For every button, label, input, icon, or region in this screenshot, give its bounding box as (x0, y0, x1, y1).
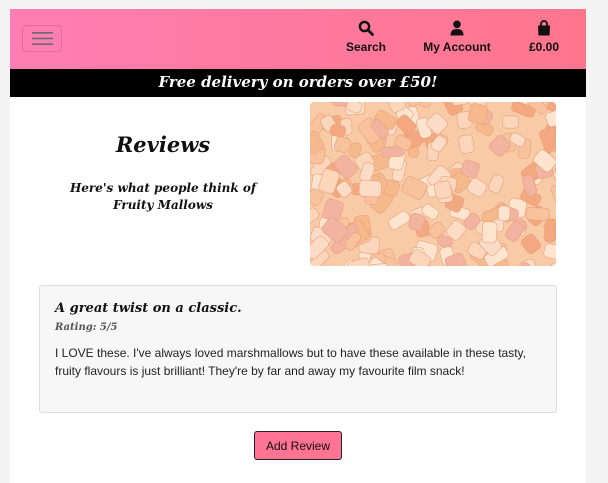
navbar: Search My Account £0.00 (10, 9, 586, 69)
marshmallows-image (310, 102, 556, 266)
nav-account-label: My Account (423, 40, 491, 54)
page-title: Reviews (115, 132, 211, 157)
user-icon (417, 20, 497, 38)
hamburger-icon (32, 32, 53, 45)
page: Search My Account £0.00 Free delivery on… (10, 9, 586, 483)
review-rating: Rating: 5/5 (55, 322, 118, 333)
search-icon (340, 20, 392, 38)
page-subtitle: Here's what people think of Fruity Mallo… (69, 181, 257, 212)
review-title: A great twist on a classic. (55, 301, 242, 316)
menu-toggle-button[interactable] (22, 25, 62, 52)
nav-bag-link[interactable]: £0.00 (522, 20, 566, 54)
delivery-banner: Free delivery on orders over £50! (10, 69, 586, 97)
nav-search-link[interactable]: Search (340, 20, 392, 54)
nav-search-label: Search (345, 40, 387, 54)
nav-bag-total: £0.00 (528, 40, 560, 54)
review-card: A great twist on a classic. Rating: 5/5 … (39, 285, 557, 413)
add-review-button[interactable]: Add Review (254, 431, 342, 460)
marshmallows-illustration (310, 102, 556, 266)
shopping-bag-icon (522, 20, 566, 38)
review-body: I LOVE these. I've always loved marshmal… (55, 346, 526, 378)
nav-account-link[interactable]: My Account (417, 20, 497, 54)
